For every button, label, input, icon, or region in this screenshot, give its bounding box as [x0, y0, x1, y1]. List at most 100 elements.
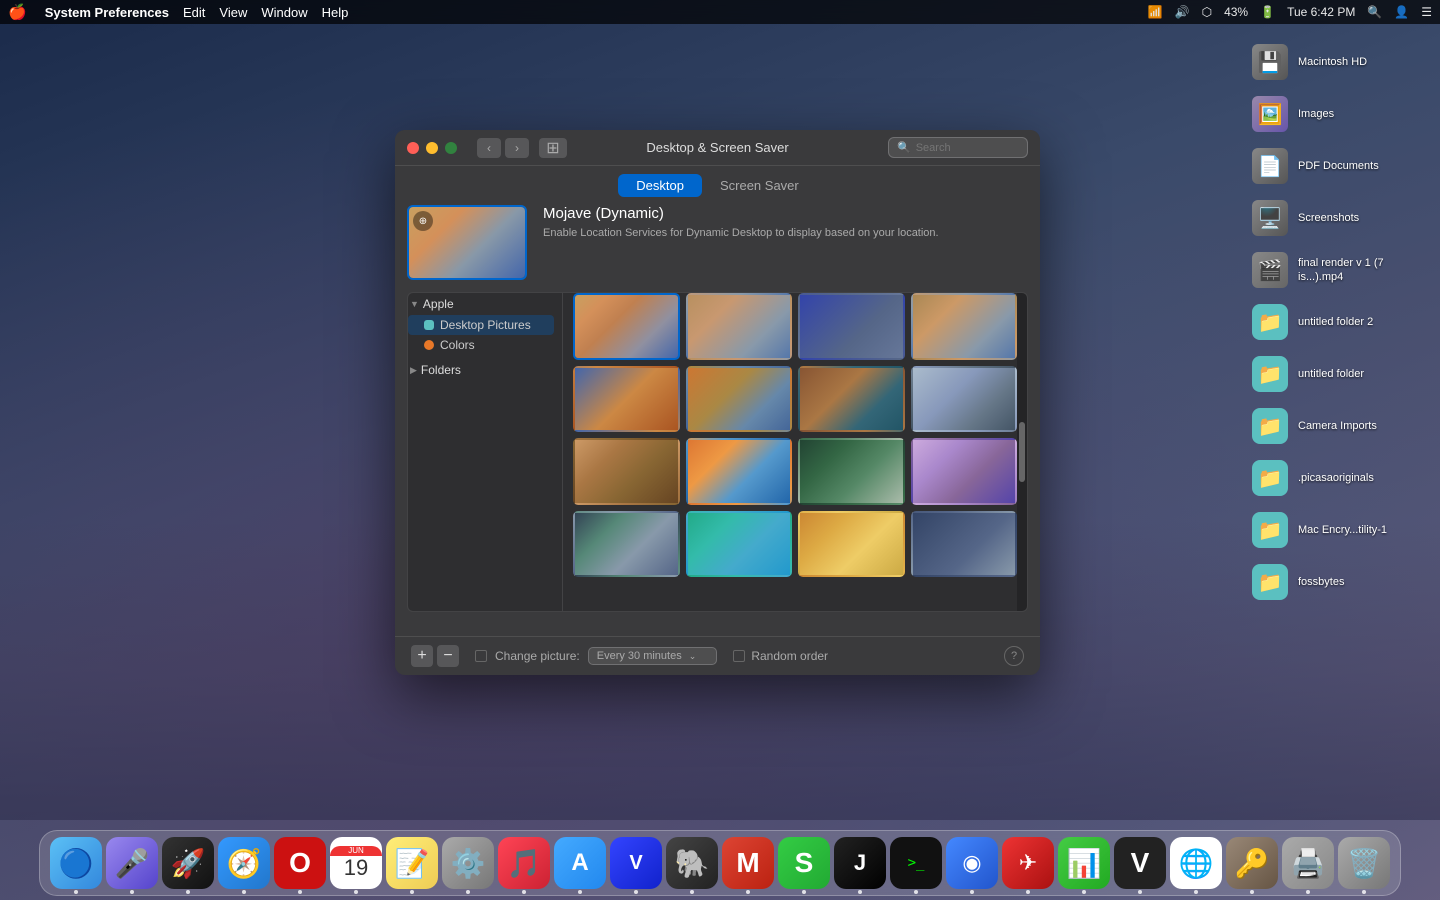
- dock-terminal[interactable]: >_: [890, 837, 942, 889]
- wallpaper-high-sierra[interactable]: [911, 293, 1018, 360]
- sidebar-item-macintosh-hd[interactable]: 💾 Macintosh HD: [1248, 40, 1432, 84]
- interval-dropdown[interactable]: Every 30 minutes ⌄: [588, 647, 718, 665]
- tab-screensaver[interactable]: Screen Saver: [702, 174, 817, 197]
- wallpaper-el-cap-3[interactable]: [798, 438, 905, 505]
- random-order-label: Random order: [751, 649, 828, 663]
- wallpaper-mountain-lion[interactable]: [911, 511, 1018, 578]
- sidebar-item-camera-imports[interactable]: 📁 Camera Imports: [1248, 404, 1432, 448]
- sidebar-item-pdf[interactable]: 📄 PDF Documents: [1248, 144, 1432, 188]
- app-name[interactable]: System Preferences: [45, 5, 169, 20]
- preferences-window: ‹ › ⊞ Desktop & Screen Saver 🔍 Desktop S…: [395, 130, 1040, 675]
- folders-group-header[interactable]: ▶ Folders: [408, 359, 554, 381]
- volume-icon[interactable]: 🔊: [1175, 5, 1190, 19]
- dock-printer[interactable]: 🖨️: [1282, 837, 1334, 889]
- dock-launchpad[interactable]: 🚀: [162, 837, 214, 889]
- help-button[interactable]: ?: [1004, 646, 1024, 666]
- sidebar-item-mac-encrytility[interactable]: 📁 Mac Encry...tility-1: [1248, 508, 1432, 552]
- dock-chrome[interactable]: 🌐: [1170, 837, 1222, 889]
- sidebar-item-screenshots[interactable]: 🖥️ Screenshots: [1248, 196, 1432, 240]
- scrollbar-thumb[interactable]: [1019, 422, 1025, 482]
- sidebar-item-untitled-folder[interactable]: 📁 untitled folder: [1248, 352, 1432, 396]
- wallpaper-yosemite-3[interactable]: [798, 511, 905, 578]
- dock-virtualbox[interactable]: V: [610, 837, 662, 889]
- dock-arc[interactable]: ◉: [946, 837, 998, 889]
- sidebar-item-final-render[interactable]: 🎬 final render v 1 (7 is...).mp4: [1248, 248, 1432, 292]
- dock-notes[interactable]: 📝: [386, 837, 438, 889]
- dock-safari[interactable]: 🧭: [218, 837, 270, 889]
- add-button[interactable]: +: [411, 645, 433, 667]
- wallpaper-mojave-night[interactable]: [798, 293, 905, 360]
- wallpaper-sierra-dusk[interactable]: [798, 366, 905, 433]
- wallpaper-el-cap-2[interactable]: [686, 438, 793, 505]
- dock-music[interactable]: 🎵: [498, 837, 550, 889]
- search-input[interactable]: [916, 142, 1019, 154]
- dock-sheets[interactable]: S: [778, 837, 830, 889]
- wallpaper-sierra-dawn[interactable]: [573, 366, 680, 433]
- dock-gmail[interactable]: M: [722, 837, 774, 889]
- wallpaper-sierra-night[interactable]: [911, 366, 1018, 433]
- folders-triangle: ▶: [410, 365, 417, 376]
- change-picture-checkbox[interactable]: [475, 650, 487, 662]
- apple-menu[interactable]: 🍎: [8, 3, 27, 21]
- spotlight-icon[interactable]: 🔍: [1367, 5, 1382, 19]
- dock-vectr[interactable]: V: [1114, 837, 1166, 889]
- dock-sequel[interactable]: 🐘: [666, 837, 718, 889]
- dock-appstore[interactable]: A: [554, 837, 606, 889]
- sidebar-item-images[interactable]: 🖼️ Images: [1248, 92, 1432, 136]
- wallpaper-yosemite-2[interactable]: [686, 511, 793, 578]
- grid-view-button[interactable]: ⊞: [539, 138, 567, 158]
- scrollbar[interactable]: [1017, 293, 1027, 611]
- dock-siri[interactable]: 🎤: [106, 837, 158, 889]
- help-menu[interactable]: Help: [322, 5, 349, 20]
- colors-icon: [424, 340, 434, 350]
- minimize-button[interactable]: [426, 142, 438, 154]
- back-button[interactable]: ‹: [477, 138, 501, 158]
- wifi-icon: 📶: [1148, 5, 1163, 19]
- remove-button[interactable]: −: [437, 645, 459, 667]
- collapse-triangle: ▼: [410, 299, 419, 309]
- tab-desktop[interactable]: Desktop: [618, 174, 702, 197]
- dock-security[interactable]: 🔑: [1226, 837, 1278, 889]
- hdd-icon: 💾: [1252, 44, 1288, 80]
- dock-jetbrains[interactable]: J: [834, 837, 886, 889]
- apple-group-header[interactable]: ▼ Apple: [408, 293, 554, 315]
- dock-sysprefs[interactable]: ⚙️: [442, 837, 494, 889]
- wallpaper-mojave-day[interactable]: [686, 293, 793, 360]
- dock-monitor[interactable]: 📊: [1058, 837, 1110, 889]
- wallpaper-yosemite-1[interactable]: [573, 511, 680, 578]
- bluetooth-icon[interactable]: ⬡: [1202, 5, 1212, 19]
- edit-menu[interactable]: Edit: [183, 5, 205, 20]
- preview-info: Mojave (Dynamic) Enable Location Service…: [543, 205, 1028, 280]
- dock-calendar[interactable]: JUN 19: [330, 837, 382, 889]
- colors-item[interactable]: Colors: [408, 335, 554, 355]
- view-menu[interactable]: View: [219, 5, 247, 20]
- window-menu[interactable]: Window: [261, 5, 307, 20]
- close-button[interactable]: [407, 142, 419, 154]
- bottom-bar: + − Change picture: Every 30 minutes ⌄ R…: [395, 636, 1040, 675]
- sidebar-item-fossbytes[interactable]: 📁 fossbytes: [1248, 560, 1432, 604]
- wallpaper-mojave-dynamic[interactable]: [573, 293, 680, 360]
- dock-trash[interactable]: 🗑️: [1338, 837, 1390, 889]
- random-order-checkbox[interactable]: [733, 650, 745, 662]
- sidebar-item-untitled-folder-2[interactable]: 📁 untitled folder 2: [1248, 300, 1432, 344]
- wallpaper-el-cap-4[interactable]: [911, 438, 1018, 505]
- dock-airmail[interactable]: ✈: [1002, 837, 1054, 889]
- tab-bar: Desktop Screen Saver: [395, 166, 1040, 205]
- window-title: Desktop & Screen Saver: [646, 140, 788, 155]
- dock-finder[interactable]: 🔵: [50, 837, 102, 889]
- wallpaper-grid: [573, 293, 1017, 577]
- dock-opera[interactable]: O: [274, 837, 326, 889]
- desktop-pictures-label: Desktop Pictures: [440, 318, 531, 332]
- menu-extra-icon[interactable]: ☰: [1421, 5, 1432, 19]
- search-box[interactable]: 🔍: [888, 137, 1028, 158]
- nav-buttons: ‹ › ⊞: [477, 138, 567, 158]
- wallpaper-sierra-day[interactable]: [686, 366, 793, 433]
- wallpaper-el-cap-1[interactable]: [573, 438, 680, 505]
- search-icon: 🔍: [897, 141, 911, 154]
- desktop-pictures-item[interactable]: Desktop Pictures: [408, 315, 554, 335]
- maximize-button[interactable]: [445, 142, 457, 154]
- user-icon[interactable]: 👤: [1394, 5, 1409, 19]
- sidebar-item-picasa[interactable]: 📁 .picasaoriginals: [1248, 456, 1432, 500]
- desktop-pictures-icon: [424, 320, 434, 330]
- forward-button[interactable]: ›: [505, 138, 529, 158]
